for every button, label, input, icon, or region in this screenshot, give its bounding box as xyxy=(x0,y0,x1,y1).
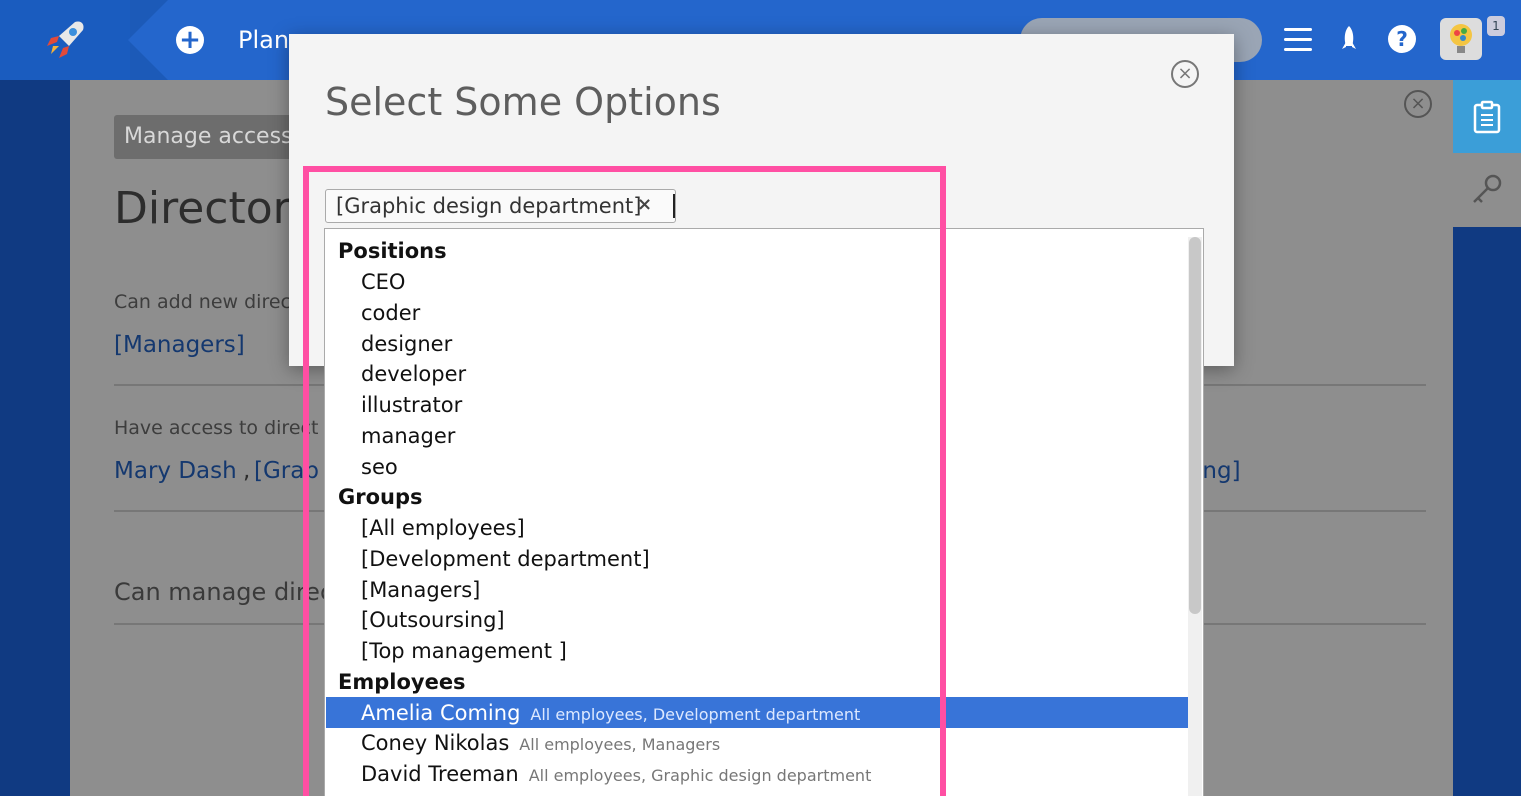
page-title: Directory xyxy=(114,183,317,234)
launch-rocket-icon[interactable] xyxy=(1336,24,1362,54)
managers-link[interactable]: [Managers] xyxy=(114,330,245,360)
close-icon[interactable]: × xyxy=(1171,60,1199,88)
annotation-highlight-box xyxy=(303,166,946,796)
nav-item-plan[interactable]: Plan xyxy=(238,24,289,56)
manage-access-button[interactable]: Manage access xyxy=(114,115,303,159)
have-access-label: Have access to direct xyxy=(114,417,319,439)
notification-badge: 1 xyxy=(1487,16,1505,36)
link-separator: , xyxy=(243,458,251,484)
can-add-label: Can add new direc xyxy=(114,291,291,313)
side-panel xyxy=(1453,227,1521,796)
avatar[interactable] xyxy=(1440,18,1482,60)
can-manage-heading: Can manage direc xyxy=(114,578,334,606)
rocket-icon xyxy=(47,21,84,58)
app-logo[interactable] xyxy=(0,0,130,80)
plus-icon[interactable]: + xyxy=(176,26,204,54)
page-close-icon[interactable]: × xyxy=(1404,90,1432,118)
clipboard-tab[interactable] xyxy=(1453,80,1521,153)
clipboard-icon xyxy=(1473,100,1501,133)
modal-title: Select Some Options xyxy=(325,80,721,124)
nav-chevron xyxy=(128,0,168,80)
key-icon xyxy=(1473,174,1502,203)
mary-dash-link[interactable]: Mary Dash xyxy=(114,456,237,486)
hamburger-menu-icon[interactable] xyxy=(1284,28,1312,52)
question-icon[interactable]: ? xyxy=(1388,25,1416,53)
key-tab[interactable] xyxy=(1453,153,1521,227)
dropdown-scrollbar-thumb[interactable] xyxy=(1189,237,1201,614)
